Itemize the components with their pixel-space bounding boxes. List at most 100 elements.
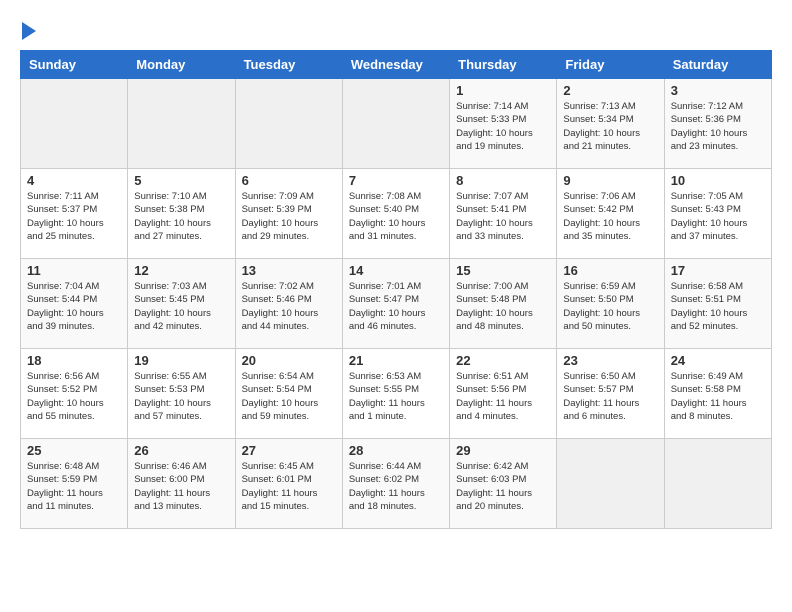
day-info: Sunrise: 6:51 AM Sunset: 5:56 PM Dayligh… — [456, 370, 550, 423]
day-info: Sunrise: 6:59 AM Sunset: 5:50 PM Dayligh… — [563, 280, 657, 333]
day-info: Sunrise: 6:49 AM Sunset: 5:58 PM Dayligh… — [671, 370, 765, 423]
day-number: 6 — [242, 173, 336, 188]
calendar-cell: 23 Sunrise: 6:50 AM Sunset: 5:57 PM Dayli… — [557, 349, 664, 439]
day-number: 8 — [456, 173, 550, 188]
calendar-cell: 18 Sunrise: 6:56 AM Sunset: 5:52 PM Dayli… — [21, 349, 128, 439]
day-info: Sunrise: 7:06 AM Sunset: 5:42 PM Dayligh… — [563, 190, 657, 243]
day-number: 3 — [671, 83, 765, 98]
day-number: 24 — [671, 353, 765, 368]
day-number: 7 — [349, 173, 443, 188]
day-info: Sunrise: 6:56 AM Sunset: 5:52 PM Dayligh… — [27, 370, 121, 423]
calendar-cell: 4Sunrise: 7:11 AM Sunset: 5:37 PM Daylig… — [21, 169, 128, 259]
day-number: 22 — [456, 353, 550, 368]
day-number: 15 — [456, 263, 550, 278]
calendar-cell: 13Sunrise: 7:02 AM Sunset: 5:46 PM Dayli… — [235, 259, 342, 349]
calendar-cell: 7 Sunrise: 7:08 AM Sunset: 5:40 PM Daylig… — [342, 169, 449, 259]
calendar-cell: 15 Sunrise: 7:00 AM Sunset: 5:48 PM Dayli… — [450, 259, 557, 349]
calendar-cell — [21, 79, 128, 169]
week-row-2: 4Sunrise: 7:11 AM Sunset: 5:37 PM Daylig… — [21, 169, 772, 259]
calendar-cell: 22 Sunrise: 6:51 AM Sunset: 5:56 PM Dayli… — [450, 349, 557, 439]
day-number: 1 — [456, 83, 550, 98]
day-info: Sunrise: 7:07 AM Sunset: 5:41 PM Dayligh… — [456, 190, 550, 243]
col-header-tuesday: Tuesday — [235, 51, 342, 79]
day-number: 21 — [349, 353, 443, 368]
calendar-table: SundayMondayTuesdayWednesdayThursdayFrid… — [20, 50, 772, 529]
day-number: 25 — [27, 443, 121, 458]
day-info: Sunrise: 7:01 AM Sunset: 5:47 PM Dayligh… — [349, 280, 443, 333]
calendar-cell: 8 Sunrise: 7:07 AM Sunset: 5:41 PM Daylig… — [450, 169, 557, 259]
day-number: 11 — [27, 263, 121, 278]
day-number: 27 — [242, 443, 336, 458]
day-info: Sunrise: 6:50 AM Sunset: 5:57 PM Dayligh… — [563, 370, 657, 423]
day-info: Sunrise: 6:55 AM Sunset: 5:53 PM Dayligh… — [134, 370, 228, 423]
day-info: Sunrise: 7:00 AM Sunset: 5:48 PM Dayligh… — [456, 280, 550, 333]
calendar-cell: 1 Sunrise: 7:14 AM Sunset: 5:33 PM Daylig… — [450, 79, 557, 169]
col-header-saturday: Saturday — [664, 51, 771, 79]
col-header-wednesday: Wednesday — [342, 51, 449, 79]
calendar-cell: 27 Sunrise: 6:45 AM Sunset: 6:01 PM Dayli… — [235, 439, 342, 529]
calendar-cell: 17 Sunrise: 6:58 AM Sunset: 5:51 PM Dayli… — [664, 259, 771, 349]
day-info: Sunrise: 7:11 AM Sunset: 5:37 PM Dayligh… — [27, 190, 121, 243]
day-number: 5 — [134, 173, 228, 188]
day-info: Sunrise: 7:05 AM Sunset: 5:43 PM Dayligh… — [671, 190, 765, 243]
logo — [20, 20, 36, 40]
calendar-cell: 20 Sunrise: 6:54 AM Sunset: 5:54 PM Dayli… — [235, 349, 342, 439]
day-number: 13 — [242, 263, 336, 278]
calendar-cell: 5 Sunrise: 7:10 AM Sunset: 5:38 PM Daylig… — [128, 169, 235, 259]
day-info: Sunrise: 6:42 AM Sunset: 6:03 PM Dayligh… — [456, 460, 550, 513]
day-number: 28 — [349, 443, 443, 458]
day-number: 10 — [671, 173, 765, 188]
logo-arrow-icon — [22, 22, 36, 40]
week-row-1: 1 Sunrise: 7:14 AM Sunset: 5:33 PM Daylig… — [21, 79, 772, 169]
calendar-cell — [342, 79, 449, 169]
day-info: Sunrise: 6:48 AM Sunset: 5:59 PM Dayligh… — [27, 460, 121, 513]
col-header-friday: Friday — [557, 51, 664, 79]
calendar-cell — [664, 439, 771, 529]
calendar-cell — [235, 79, 342, 169]
week-row-3: 11 Sunrise: 7:04 AM Sunset: 5:44 PM Dayli… — [21, 259, 772, 349]
week-row-4: 18 Sunrise: 6:56 AM Sunset: 5:52 PM Dayli… — [21, 349, 772, 439]
day-info: Sunrise: 6:58 AM Sunset: 5:51 PM Dayligh… — [671, 280, 765, 333]
page-header — [20, 20, 772, 40]
calendar-cell: 14 Sunrise: 7:01 AM Sunset: 5:47 PM Dayli… — [342, 259, 449, 349]
day-info: Sunrise: 7:04 AM Sunset: 5:44 PM Dayligh… — [27, 280, 121, 333]
day-number: 14 — [349, 263, 443, 278]
day-number: 20 — [242, 353, 336, 368]
day-info: Sunrise: 7:13 AM Sunset: 5:34 PM Dayligh… — [563, 100, 657, 153]
day-number: 18 — [27, 353, 121, 368]
col-header-thursday: Thursday — [450, 51, 557, 79]
week-row-5: 25 Sunrise: 6:48 AM Sunset: 5:59 PM Dayli… — [21, 439, 772, 529]
calendar-cell: 16 Sunrise: 6:59 AM Sunset: 5:50 PM Dayli… — [557, 259, 664, 349]
day-info: Sunrise: 6:45 AM Sunset: 6:01 PM Dayligh… — [242, 460, 336, 513]
calendar-cell: 21Sunrise: 6:53 AM Sunset: 5:55 PM Dayli… — [342, 349, 449, 439]
day-number: 29 — [456, 443, 550, 458]
calendar-cell: 19 Sunrise: 6:55 AM Sunset: 5:53 PM Dayli… — [128, 349, 235, 439]
day-info: Sunrise: 6:46 AM Sunset: 6:00 PM Dayligh… — [134, 460, 228, 513]
day-number: 9 — [563, 173, 657, 188]
calendar-cell: 12 Sunrise: 7:03 AM Sunset: 5:45 PM Dayli… — [128, 259, 235, 349]
calendar-cell: 2 Sunrise: 7:13 AM Sunset: 5:34 PM Daylig… — [557, 79, 664, 169]
calendar-cell: 9 Sunrise: 7:06 AM Sunset: 5:42 PM Daylig… — [557, 169, 664, 259]
day-info: Sunrise: 7:10 AM Sunset: 5:38 PM Dayligh… — [134, 190, 228, 243]
calendar-cell: 3 Sunrise: 7:12 AM Sunset: 5:36 PM Daylig… — [664, 79, 771, 169]
calendar-cell — [128, 79, 235, 169]
day-info: Sunrise: 7:14 AM Sunset: 5:33 PM Dayligh… — [456, 100, 550, 153]
calendar-cell: 25 Sunrise: 6:48 AM Sunset: 5:59 PM Dayli… — [21, 439, 128, 529]
day-info: Sunrise: 7:03 AM Sunset: 5:45 PM Dayligh… — [134, 280, 228, 333]
calendar-cell: 6 Sunrise: 7:09 AM Sunset: 5:39 PM Daylig… — [235, 169, 342, 259]
day-number: 2 — [563, 83, 657, 98]
calendar-cell: 28Sunrise: 6:44 AM Sunset: 6:02 PM Dayli… — [342, 439, 449, 529]
day-info: Sunrise: 6:54 AM Sunset: 5:54 PM Dayligh… — [242, 370, 336, 423]
day-number: 12 — [134, 263, 228, 278]
calendar-cell: 26 Sunrise: 6:46 AM Sunset: 6:00 PM Dayli… — [128, 439, 235, 529]
calendar-cell: 10 Sunrise: 7:05 AM Sunset: 5:43 PM Dayli… — [664, 169, 771, 259]
day-info: Sunrise: 7:09 AM Sunset: 5:39 PM Dayligh… — [242, 190, 336, 243]
day-number: 16 — [563, 263, 657, 278]
day-number: 26 — [134, 443, 228, 458]
calendar-cell: 24 Sunrise: 6:49 AM Sunset: 5:58 PM Dayli… — [664, 349, 771, 439]
day-info: Sunrise: 7:12 AM Sunset: 5:36 PM Dayligh… — [671, 100, 765, 153]
day-info: Sunrise: 7:08 AM Sunset: 5:40 PM Dayligh… — [349, 190, 443, 243]
day-number: 17 — [671, 263, 765, 278]
day-number: 23 — [563, 353, 657, 368]
day-number: 19 — [134, 353, 228, 368]
